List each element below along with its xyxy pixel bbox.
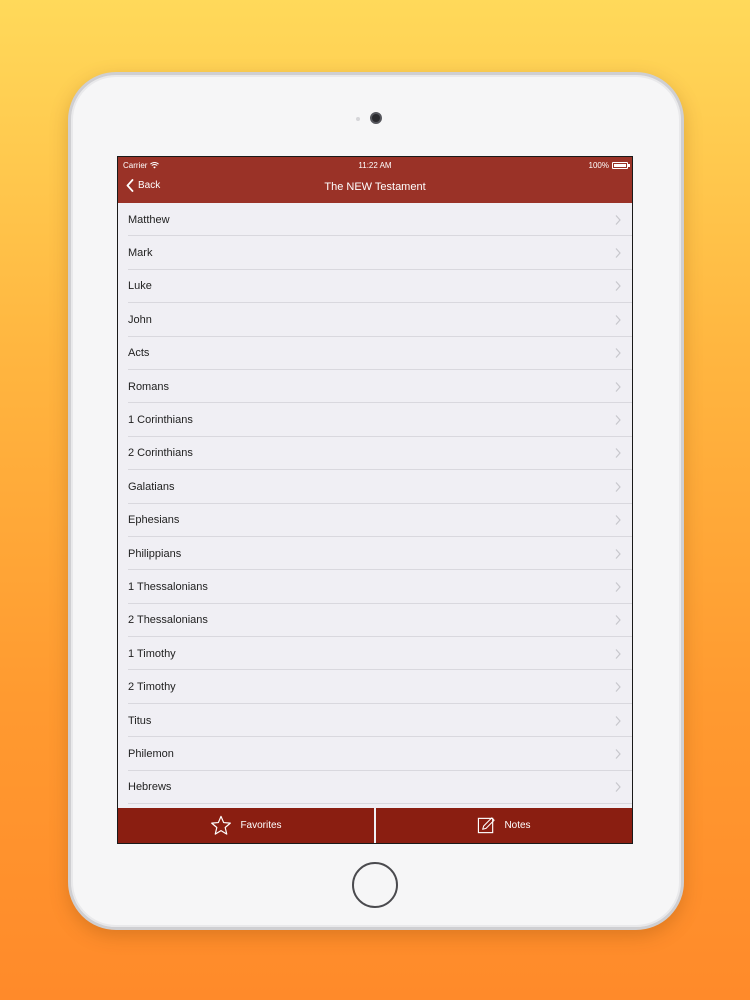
page-title: The NEW Testament (324, 181, 426, 193)
list-item-philemon[interactable]: Philemon (118, 737, 632, 772)
tab-favorites[interactable]: Favorites (118, 808, 374, 843)
chevron-right-icon (615, 348, 621, 359)
list-item-label: Galatians (128, 480, 175, 493)
list-item-label: Acts (128, 347, 150, 360)
list-item-acts[interactable]: Acts (118, 337, 632, 371)
chevron-right-icon (615, 415, 621, 425)
tab-favorites-label: Favorites (240, 820, 282, 831)
edit-note-icon (478, 817, 496, 834)
star-icon (211, 815, 232, 835)
front-sensor (356, 117, 360, 121)
status-bar: Carrier 11:22 AM 100% (118, 160, 632, 174)
list-item-mark[interactable]: Mark (118, 236, 632, 271)
list-item-label: Philippians (128, 547, 182, 560)
list-item-label: Mark (128, 247, 153, 260)
list-item-2-corinthians[interactable]: 2 Corinthians (118, 437, 632, 471)
list-item-luke[interactable]: Luke (118, 270, 632, 304)
list-item-label: Romans (128, 380, 169, 393)
list-item-label: 2 Timothy (128, 681, 176, 694)
tab-bar: Favorites Notes (118, 808, 632, 843)
chevron-right-icon (615, 615, 621, 626)
list-item-titus[interactable]: Titus (118, 704, 632, 738)
list-item-label: Matthew (128, 213, 170, 226)
list-item-label: Titus (128, 714, 152, 727)
book-list: Matthew Mark Luke John Acts Romans 1 Cor… (118, 203, 632, 810)
battery-icon (612, 162, 630, 169)
list-item-label: 2 Thessalonians (128, 614, 208, 627)
front-camera (370, 112, 382, 124)
battery-percent: 100% (588, 161, 609, 170)
chevron-right-icon (615, 381, 621, 392)
chevron-right-icon (615, 749, 621, 759)
chevron-right-icon (615, 648, 621, 659)
top-bar: Carrier 11:22 AM 100% Back The NEW Testa… (118, 157, 632, 203)
chevron-right-icon (615, 582, 621, 592)
list-item-label: Ephesians (128, 514, 180, 527)
list-item-galatians[interactable]: Galatians (118, 470, 632, 504)
list-item-label: 1 Thessalonians (128, 580, 208, 593)
list-item-label: Philemon (128, 747, 174, 760)
chevron-right-icon (615, 481, 621, 492)
list-item-1-thessalonians[interactable]: 1 Thessalonians (118, 570, 632, 605)
chevron-right-icon (615, 782, 621, 793)
list-item-1-timothy[interactable]: 1 Timothy (118, 637, 632, 671)
tab-notes[interactable]: Notes (376, 808, 632, 843)
list-item-label: Luke (128, 280, 152, 293)
chevron-right-icon (615, 248, 621, 258)
navigation-bar: Back The NEW Testament (118, 177, 632, 201)
list-item-romans[interactable]: Romans (118, 370, 632, 404)
list-item-label: 1 Timothy (128, 647, 176, 660)
list-item-philippians[interactable]: Philippians (118, 537, 632, 571)
list-item-label: 1 Corinthians (128, 414, 193, 427)
chevron-right-icon (615, 314, 621, 325)
chevron-right-icon (615, 515, 621, 526)
chevron-right-icon (615, 214, 621, 225)
chevron-right-icon (615, 715, 621, 726)
status-time: 11:22 AM (358, 161, 392, 170)
list-item-2-timothy[interactable]: 2 Timothy (118, 670, 632, 705)
chevron-right-icon (615, 682, 621, 693)
list-item-matthew[interactable]: Matthew (118, 203, 632, 237)
chevron-right-icon (615, 548, 621, 559)
list-item-john[interactable]: John (118, 303, 632, 337)
chevron-right-icon (615, 281, 621, 292)
list-item-hebrews[interactable]: Hebrews (118, 771, 632, 805)
tab-notes-label: Notes (504, 820, 531, 831)
list-item-ephesians[interactable]: Ephesians (118, 504, 632, 538)
status-right: 100% (588, 161, 630, 170)
list-item-2-thessalonians[interactable]: 2 Thessalonians (118, 604, 632, 638)
home-button[interactable] (352, 862, 398, 908)
list-item-label: 2 Corinthians (128, 447, 193, 460)
app-screen: Carrier 11:22 AM 100% Back The NEW Testa… (117, 156, 633, 844)
chevron-right-icon (615, 448, 621, 459)
list-item-label: Hebrews (128, 781, 172, 794)
list-item-label: John (128, 313, 152, 326)
list-item-1-corinthians[interactable]: 1 Corinthians (118, 403, 632, 438)
